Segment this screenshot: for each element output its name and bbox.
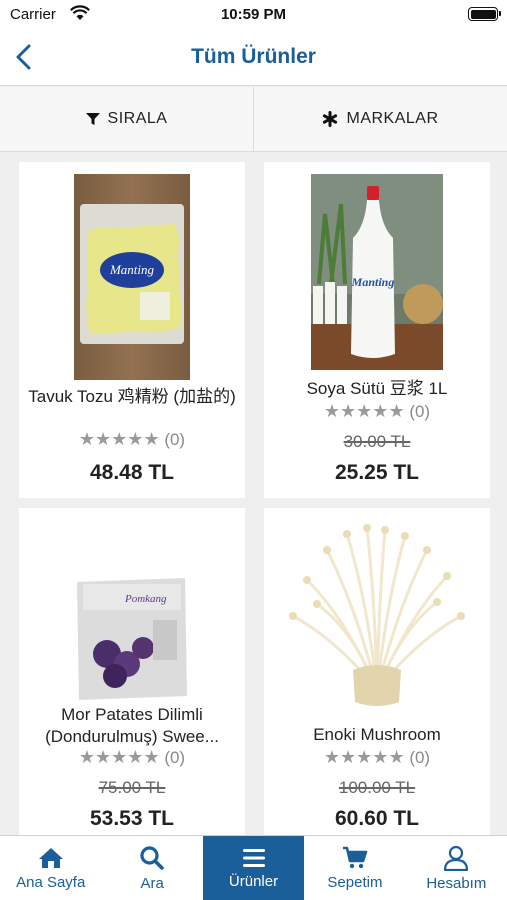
- clock: 10:59 PM: [220, 6, 287, 23]
- rating-stars: ★★★★★: [323, 401, 405, 421]
- filter-bar: SIRALA MARKALAR: [0, 87, 507, 152]
- rating-stars: ★★★★★: [78, 429, 160, 449]
- brands-button[interactable]: MARKALAR: [253, 87, 507, 151]
- tab-cart[interactable]: Sepetim: [304, 836, 405, 900]
- product-name: Soya Sütü 豆浆 1L: [306, 379, 448, 398]
- review-count: (0): [164, 430, 186, 449]
- status-bar: Carrier 10:59 PM: [0, 0, 507, 30]
- product-price: 25.25 TL: [334, 461, 420, 484]
- product-card[interactable]: Pomkang Mor Patates Dilimli (Dondurulmuş…: [19, 508, 245, 835]
- review-count: (0): [409, 402, 431, 421]
- svg-text:Manting: Manting: [351, 275, 395, 289]
- old-price: 30.00 TL: [343, 432, 411, 451]
- product-card[interactable]: Manting Tavuk Tozu 鸡精粉 (加盐的) ★★★★★ (0) 4…: [19, 162, 245, 498]
- product-rating: ★★★★★ (0): [19, 747, 245, 768]
- tab-home[interactable]: Ana Sayfa: [0, 836, 101, 900]
- tab-home-label: Ana Sayfa: [16, 873, 86, 891]
- menu-icon: [242, 848, 265, 867]
- tab-products-label: Ürünler: [228, 872, 279, 890]
- product-grid: Manting Tavuk Tozu 鸡精粉 (加盐的) ★★★★★ (0) 4…: [0, 152, 507, 835]
- rating-stars: ★★★★★: [78, 747, 160, 767]
- asterisk-icon: [323, 111, 338, 127]
- navigation-bar: Tüm Ürünler: [0, 30, 507, 86]
- product-card[interactable]: Manting Soya Sütü 豆浆 1L ★★★★★ (0) 30.00 …: [264, 162, 490, 498]
- product-image: [264, 520, 490, 726]
- product-name: Enoki Mushroom: [313, 725, 441, 744]
- product-price: 53.53 TL: [89, 807, 175, 830]
- old-price: 75.00 TL: [98, 778, 166, 797]
- review-count: (0): [164, 748, 186, 767]
- review-count: (0): [409, 748, 431, 767]
- cart-icon: [342, 846, 368, 868]
- soy-milk-bottle-image: Manting: [311, 174, 443, 370]
- purple-potato-bag-image: Pomkang: [73, 520, 191, 726]
- product-price: 60.60 TL: [334, 807, 420, 830]
- product-rating: ★★★★★ (0): [19, 429, 245, 450]
- product-name: Tavuk Tozu 鸡精粉 (加盐的): [28, 387, 236, 406]
- tab-search[interactable]: Ara: [101, 836, 202, 900]
- svg-text:Manting: Manting: [109, 262, 155, 277]
- page-title: Tüm Ürünler: [191, 45, 316, 68]
- svg-text:Pomkang: Pomkang: [124, 593, 167, 605]
- enoki-mushroom-image: [287, 520, 467, 710]
- tab-search-label: Ara: [140, 874, 164, 892]
- tab-account-label: Hesabım: [426, 874, 487, 892]
- product-price: 48.48 TL: [89, 461, 175, 484]
- tab-cart-label: Sepetim: [327, 873, 383, 891]
- brands-label: MARKALAR: [346, 110, 439, 127]
- product-image: Pomkang: [19, 520, 245, 726]
- home-icon: [38, 847, 63, 868]
- product-image: Manting: [19, 174, 245, 380]
- search-icon: [140, 845, 164, 870]
- product-name: Mor Patates Dilimli (Dondurulmuş) Swee..…: [45, 705, 219, 746]
- product-rating: ★★★★★ (0): [264, 401, 490, 422]
- old-price: 100.00 TL: [338, 778, 416, 797]
- sort-button[interactable]: SIRALA: [0, 87, 253, 151]
- battery-icon: [468, 7, 501, 21]
- sort-label: SIRALA: [107, 110, 168, 127]
- user-icon: [444, 845, 469, 871]
- rating-stars: ★★★★★: [323, 747, 405, 767]
- tab-account[interactable]: Hesabım: [406, 836, 507, 900]
- chicken-powder-bag-image: Manting: [74, 174, 190, 380]
- product-image: Manting: [264, 174, 490, 380]
- tab-products[interactable]: Ürünler: [202, 836, 305, 900]
- tab-bar: Ana Sayfa Ara Ürünler Sepetim Hesabım: [0, 835, 507, 900]
- filter-icon: [85, 113, 100, 125]
- product-card[interactable]: Enoki Mushroom ★★★★★ (0) 100.00 TL 60.60…: [264, 508, 490, 835]
- product-rating: ★★★★★ (0): [264, 747, 490, 768]
